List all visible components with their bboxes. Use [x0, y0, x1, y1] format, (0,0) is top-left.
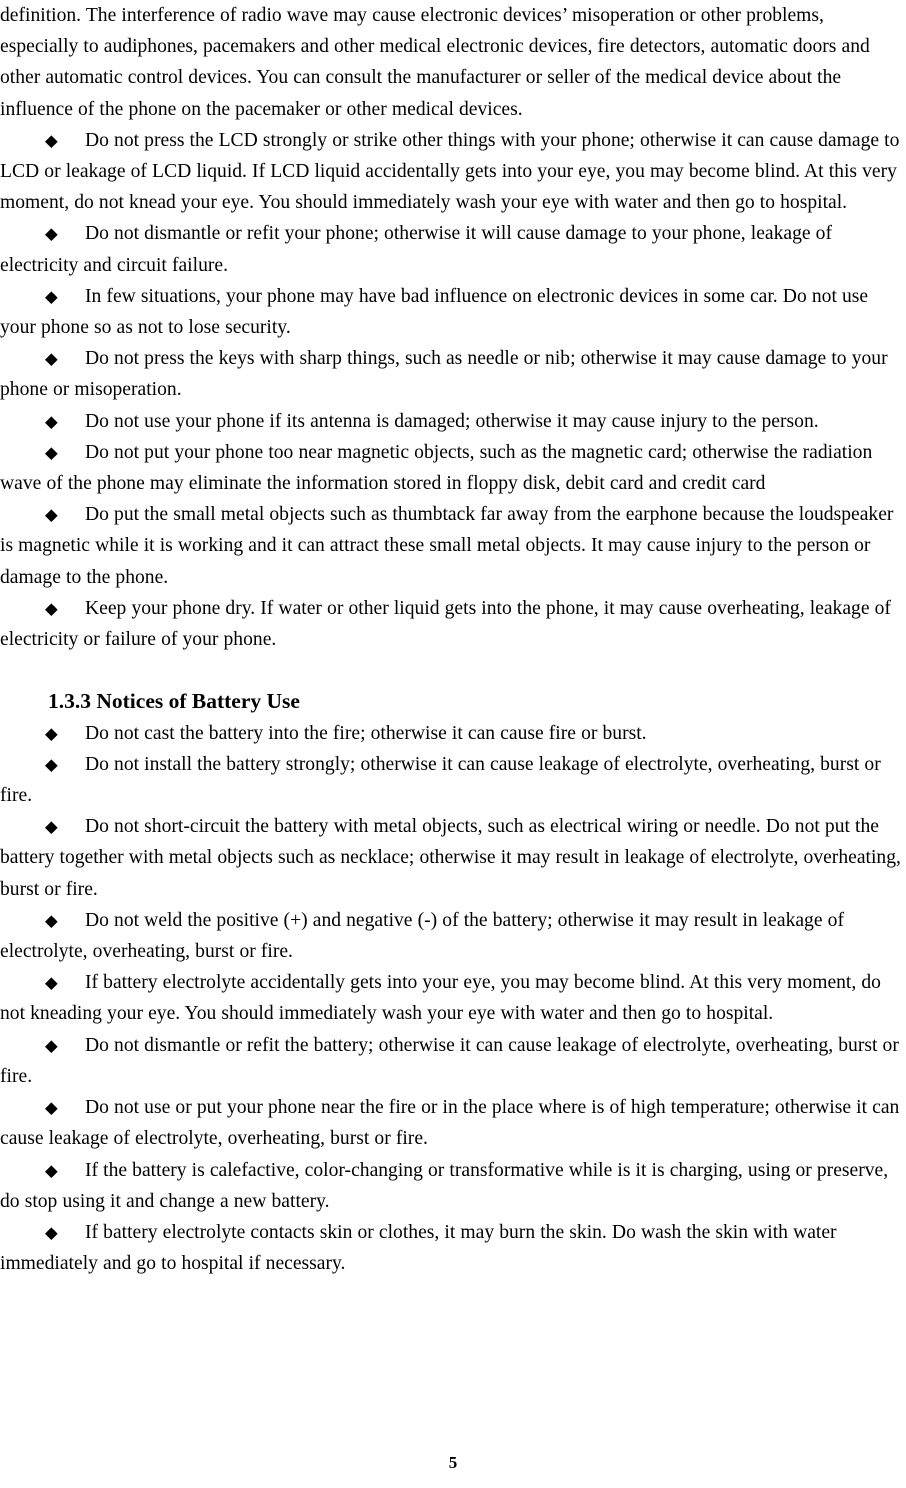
list-item-text: Do not press the LCD strongly or strike … [0, 129, 900, 214]
list-item: ◆ Keep your phone dry. If water or other … [0, 593, 906, 655]
list-item-text: Do not install the battery strongly; oth… [0, 753, 881, 807]
list-item: ◆ Do put the small metal objects such as … [0, 499, 906, 593]
diamond-bullet-icon: ◆ [45, 910, 58, 930]
list-item: ◆ Do not short-circuit the battery with m… [0, 811, 906, 905]
diamond-bullet-icon: ◆ [45, 723, 58, 743]
list-item: ◆ Do not press the LCD strongly or strike… [0, 125, 906, 219]
list-item-text: If battery electrolyte contacts skin or … [0, 1221, 837, 1275]
list-item-text: Do not cast the battery into the fire; o… [85, 722, 647, 744]
document-page: definition. The interference of radio wa… [0, 0, 906, 1488]
diamond-bullet-icon: ◆ [45, 505, 58, 525]
list-item: ◆ In few situations, your phone may have … [0, 281, 906, 343]
list-item: ◆ Do not install the battery strongly; ot… [0, 749, 906, 811]
list-item-text: Do not use your phone if its antenna is … [85, 410, 819, 432]
list-item-text: In few situations, your phone may have b… [0, 285, 869, 339]
diamond-bullet-icon: ◆ [45, 598, 58, 618]
diamond-bullet-icon: ◆ [45, 817, 58, 837]
list-item-text: Keep your phone dry. If water or other l… [0, 597, 891, 651]
list-item-text: Do not dismantle or refit the battery; o… [0, 1034, 899, 1087]
list-item: ◆ Do not press the keys with sharp things… [0, 343, 906, 405]
list-item-text: If battery electrolyte accidentally gets… [0, 972, 881, 1025]
list-item-text: Do not weld the positive (+) and negativ… [0, 909, 844, 963]
diamond-bullet-icon: ◆ [45, 1222, 58, 1242]
list-item-text: Do not put your phone too near magnetic … [0, 441, 873, 495]
list-item-text: Do not press the keys with sharp things,… [0, 348, 888, 401]
diamond-bullet-icon: ◆ [45, 411, 58, 431]
diamond-bullet-icon: ◆ [45, 1098, 58, 1118]
diamond-bullet-icon: ◆ [45, 224, 58, 244]
list-item: ◆ Do not put your phone too near magnetic… [0, 437, 906, 499]
list-item-text: Do not short-circuit the battery with me… [0, 816, 901, 900]
list-item-text: If the battery is calefactive, color-cha… [0, 1159, 889, 1212]
list-item: ◆ Do not use or put your phone near the f… [0, 1092, 906, 1154]
list-item: ◆ If battery electrolyte contacts skin or… [0, 1217, 906, 1279]
diamond-bullet-icon: ◆ [45, 286, 58, 306]
continued-paragraph: definition. The interference of radio wa… [0, 5, 870, 120]
list-item: ◆ If battery electrolyte accidentally get… [0, 967, 906, 1029]
section-heading-battery: 1.3.3 Notices of Battery Use [48, 689, 300, 714]
diamond-bullet-icon: ◆ [45, 349, 58, 369]
list-item-text: Do not dismantle or refit your phone; ot… [0, 223, 833, 276]
list-item: ◆ If the battery is calefactive, color-ch… [0, 1155, 906, 1217]
list-item: ◆ Do not weld the positive (+) and negati… [0, 905, 906, 967]
list-item-text: Do put the small metal objects such as t… [0, 504, 894, 588]
diamond-bullet-icon: ◆ [45, 130, 58, 150]
diamond-bullet-icon: ◆ [45, 973, 58, 993]
list-item: ◆ Do not dismantle or refit the battery; … [0, 1030, 906, 1092]
list-item: ◆ Do not use your phone if its antenna is… [0, 406, 906, 437]
page-body: definition. The interference of radio wa… [0, 0, 906, 1279]
list-item: ◆ Do not cast the battery into the fire; … [0, 718, 906, 749]
diamond-bullet-icon: ◆ [45, 754, 58, 774]
diamond-bullet-icon: ◆ [45, 442, 58, 462]
list-item-text: Do not use or put your phone near the fi… [0, 1097, 900, 1150]
diamond-bullet-icon: ◆ [45, 1160, 58, 1180]
list-item: ◆ Do not dismantle or refit your phone; o… [0, 218, 906, 280]
page-number: 5 [448, 1453, 458, 1472]
diamond-bullet-icon: ◆ [45, 1035, 58, 1055]
